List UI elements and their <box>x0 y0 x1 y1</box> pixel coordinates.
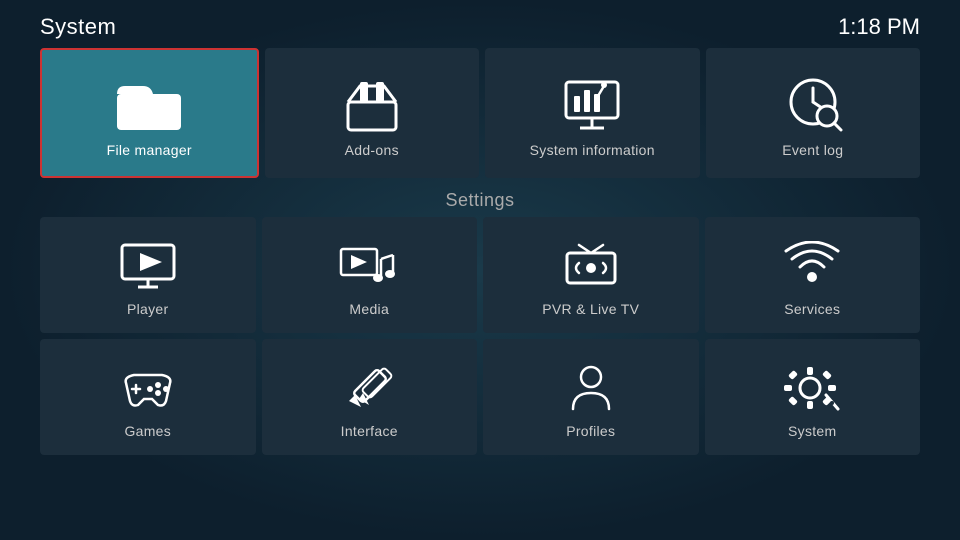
eventlog-icon <box>781 76 845 132</box>
tile-player[interactable]: Player <box>40 217 256 333</box>
tile-games-label: Games <box>124 423 171 439</box>
pvr-icon <box>559 241 623 291</box>
player-icon <box>116 241 180 291</box>
services-icon <box>782 241 842 291</box>
settings-row-1: Player Media <box>40 217 920 333</box>
settings-section-label: Settings <box>40 184 920 217</box>
tile-system-information[interactable]: System information <box>485 48 700 178</box>
tile-games[interactable]: Games <box>40 339 256 455</box>
tile-interface-label: Interface <box>341 423 398 439</box>
tile-pvr-live-tv-label: PVR & Live TV <box>542 301 639 317</box>
tile-profiles-label: Profiles <box>566 423 615 439</box>
tile-system-label: System <box>788 423 836 439</box>
tile-event-log-label: Event log <box>782 142 843 158</box>
tile-system[interactable]: System <box>705 339 921 455</box>
sysinfo-icon <box>560 76 624 132</box>
tile-services[interactable]: Services <box>705 217 921 333</box>
games-icon <box>116 363 180 413</box>
system-icon <box>780 363 844 413</box>
media-icon <box>337 241 401 291</box>
profiles-icon <box>559 363 623 413</box>
tile-services-label: Services <box>784 301 840 317</box>
top-row: File manager Add-ons <box>40 48 920 178</box>
tile-media-label: Media <box>349 301 389 317</box>
tile-pvr-live-tv[interactable]: PVR & Live TV <box>483 217 699 333</box>
folder-icon <box>113 76 185 132</box>
tile-interface[interactable]: Interface <box>262 339 478 455</box>
interface-icon <box>337 363 401 413</box>
tile-system-information-label: System information <box>530 142 655 158</box>
settings-row-2: Games Interface <box>40 339 920 455</box>
tile-event-log[interactable]: Event log <box>706 48 921 178</box>
page-wrapper: System 1:18 PM File manager <box>0 0 960 540</box>
tile-file-manager-label: File manager <box>107 142 192 158</box>
tile-player-label: Player <box>127 301 168 317</box>
tile-add-ons[interactable]: Add-ons <box>265 48 480 178</box>
top-bar: System 1:18 PM <box>40 0 920 48</box>
tile-media[interactable]: Media <box>262 217 478 333</box>
clock-display: 1:18 PM <box>838 14 920 40</box>
tile-file-manager[interactable]: File manager <box>40 48 259 178</box>
tile-add-ons-label: Add-ons <box>345 142 399 158</box>
page-title: System <box>40 14 116 40</box>
tile-profiles[interactable]: Profiles <box>483 339 699 455</box>
addons-icon <box>340 76 404 132</box>
